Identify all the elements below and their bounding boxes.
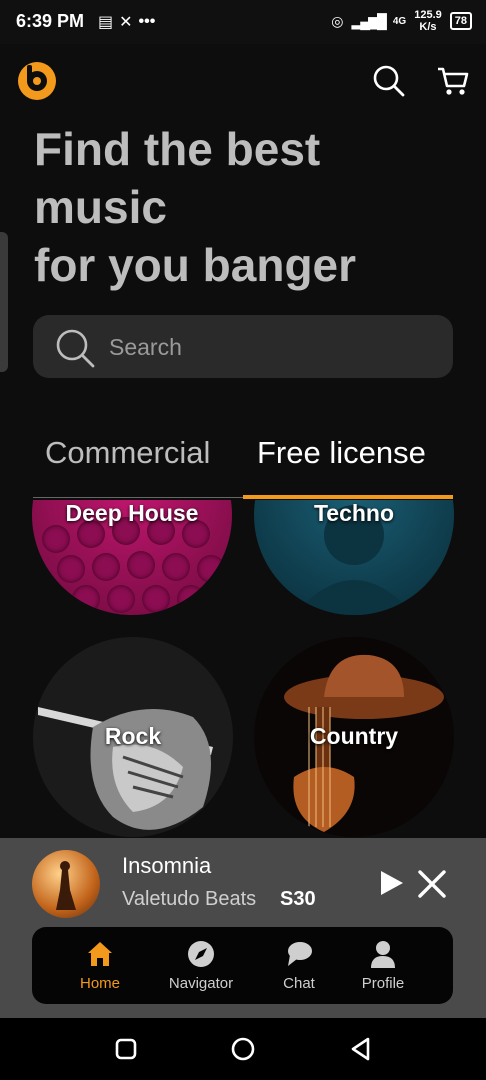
genre-label: Deep House [65, 500, 199, 526]
network-type: 4G [392, 15, 407, 27]
cart-icon[interactable] [436, 64, 470, 98]
compass-icon [188, 941, 214, 967]
nav-label-profile: Profile [361, 975, 405, 992]
bottom-navigation: Home Navigator Chat Profile [32, 927, 453, 1004]
search-icon[interactable] [372, 64, 406, 98]
nav-navigator[interactable]: Navigator [156, 939, 246, 992]
page-headline: Find the best music for you banger [34, 120, 454, 294]
search-input[interactable] [107, 315, 431, 380]
search-bar[interactable] [33, 315, 453, 380]
status-right: ◎ ▂▄▆█ 4G 125.9 K/s 78 [331, 9, 472, 33]
nav-chat[interactable]: Chat [254, 939, 344, 992]
active-tab-indicator [243, 495, 453, 499]
back-icon[interactable] [348, 1036, 374, 1062]
chat-icon [288, 942, 312, 966]
nav-label-chat: Chat [283, 975, 315, 992]
profile-icon [371, 941, 395, 968]
system-navigation-bar [0, 1018, 486, 1080]
genre-techno[interactable]: Techno [254, 500, 454, 615]
headline-line-2: music [34, 181, 167, 233]
search-icon [56, 329, 95, 368]
more-dots-icon: ••• [138, 13, 156, 30]
genre-label: Rock [104, 723, 162, 749]
notification-icons: ▤ ✕ ••• [98, 12, 155, 32]
nav-label-navigator: Navigator [168, 975, 234, 992]
tabs-divider [33, 497, 243, 498]
tab-commercial[interactable]: Commercial [45, 430, 210, 498]
artwork-figure [56, 861, 76, 910]
side-drawer-handle[interactable] [0, 232, 8, 372]
speed-unit: K/s [419, 21, 437, 33]
nav-profile[interactable]: Profile [338, 939, 428, 992]
track-title: Insomnia [122, 853, 212, 878]
close-icon[interactable] [416, 868, 448, 900]
headline-line-3: for you banger [34, 239, 357, 291]
status-time: 6:39 PM [16, 11, 85, 31]
home-icon [88, 942, 112, 966]
signal-icon: ▂▄▆█ [351, 12, 387, 29]
hotspot-icon: ◎ [331, 12, 344, 29]
play-icon[interactable] [376, 868, 406, 898]
nav-label-home: Home [79, 975, 120, 992]
recent-apps-icon[interactable] [113, 1036, 139, 1062]
speed-value: 125.9 [414, 9, 442, 21]
brand-b-logo-icon[interactable] [18, 62, 56, 100]
news-icon: ▤ [98, 14, 114, 31]
genre-rock[interactable]: Rock [33, 637, 233, 837]
nav-home[interactable]: Home [55, 939, 145, 992]
genre-deep-house[interactable]: Deep House [32, 500, 232, 615]
genre-label: Techno [313, 500, 395, 526]
status-bar: 6:39 PM ▤ ✕ ••• ◎ ▂▄▆█ 4G 125.9 K/s 78 [0, 0, 486, 44]
genre-country[interactable]: Country [254, 637, 454, 837]
x-app-icon: ✕ [119, 14, 133, 31]
track-price: S30 [280, 888, 316, 910]
tab-free-license[interactable]: Free license [257, 430, 426, 498]
home-button-icon[interactable] [230, 1036, 256, 1062]
headline-line-1: Find the best [34, 123, 321, 175]
network-speed: 125.9 K/s [414, 9, 442, 33]
genre-grid: Deep House Techno Rock Country [0, 500, 486, 840]
battery-icon: 78 [449, 12, 472, 30]
track-artist: Valetudo Beats [122, 888, 257, 910]
license-tabs: Commercial Free license [33, 430, 453, 500]
genre-label: Country [309, 723, 399, 749]
track-artwork [32, 850, 100, 918]
